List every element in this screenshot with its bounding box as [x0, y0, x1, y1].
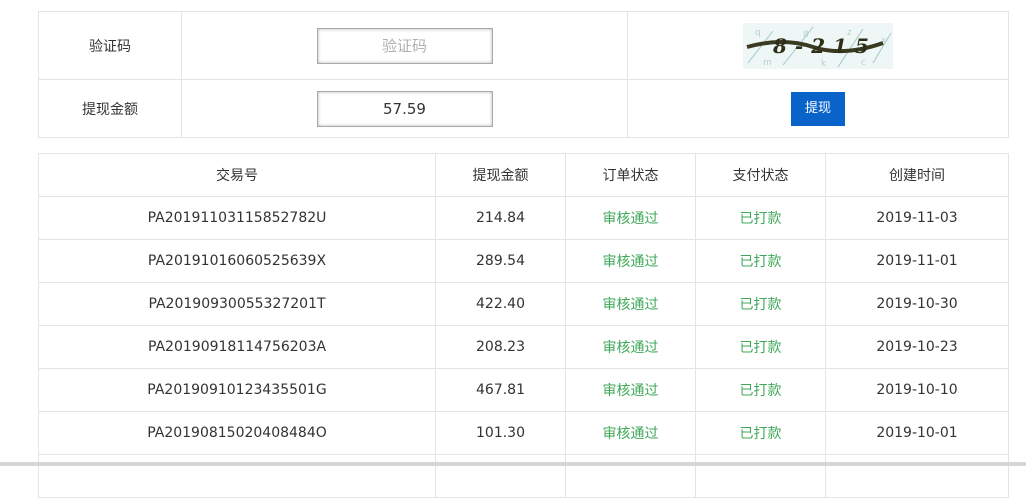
- captcha-image-text: 8-215: [772, 34, 877, 58]
- table-row: PA20190815020408484O 101.30 审核通过 已打款 201…: [38, 411, 1009, 455]
- cell-created-time: 2019-11-03: [825, 196, 1009, 240]
- header-pay-status: 支付状态: [695, 153, 826, 197]
- amount-input-cell: [181, 79, 628, 138]
- header-amount: 提现金额: [435, 153, 566, 197]
- cell-created-time: 2019-11-01: [825, 239, 1009, 283]
- cell-order-status: 审核通过: [565, 368, 696, 412]
- cell-transaction-id: PA20191103115852782U: [38, 196, 436, 240]
- table-row: PA20190918114756203A 208.23 审核通过 已打款 201…: [38, 325, 1009, 369]
- captcha-image-cell: q8 zx mk c 8-215: [627, 11, 1009, 80]
- cell-amount: 422.40: [435, 282, 566, 326]
- cell-order-status: 审核通过: [565, 411, 696, 455]
- cell-transaction-id: PA20191016060525639X: [38, 239, 436, 283]
- svg-text:q: q: [755, 28, 761, 38]
- header-transaction-id: 交易号: [38, 153, 436, 197]
- svg-text:m: m: [763, 58, 772, 68]
- cell-created-time: 2019-10-23: [825, 325, 1009, 369]
- captcha-image[interactable]: q8 zx mk c 8-215: [743, 22, 893, 69]
- cell-pay-status: 已打款: [695, 196, 826, 240]
- cell-pay-status: 已打款: [695, 239, 826, 283]
- cell-transaction-id: PA20190918114756203A: [38, 325, 436, 369]
- amount-input[interactable]: [316, 90, 493, 127]
- header-order-status: 订单状态: [565, 153, 696, 197]
- table-row: PA20190910123435501G 467.81 审核通过 已打款 201…: [38, 368, 1009, 412]
- cell-created-time: 2019-10-30: [825, 282, 1009, 326]
- cell-created-time: 2019-10-10: [825, 368, 1009, 412]
- cell-amount: 101.30: [435, 411, 566, 455]
- amount-label: 提现金额: [38, 79, 182, 138]
- table-row: PA20191016060525639X 289.54 审核通过 已打款 201…: [38, 239, 1009, 283]
- cell-pay-status: 已打款: [695, 282, 826, 326]
- cell-amount: 208.23: [435, 325, 566, 369]
- withdraw-form: 验证码 q8 zx mk c 8-215 提现金额: [38, 11, 1009, 138]
- cell-transaction-id: PA20190910123435501G: [38, 368, 436, 412]
- cell-order-status: 审核通过: [565, 196, 696, 240]
- captcha-input-cell: [181, 11, 628, 80]
- cell-order-status: 审核通过: [565, 239, 696, 283]
- table-row-partial: [38, 454, 1009, 498]
- cell-amount: 289.54: [435, 239, 566, 283]
- horizontal-scrollbar[interactable]: [0, 462, 1026, 466]
- captcha-label: 验证码: [38, 11, 182, 80]
- cell-transaction-id: PA20190815020408484O: [38, 411, 436, 455]
- withdraw-records-table: 交易号 提现金额 订单状态 支付状态 创建时间 PA20191103115852…: [38, 153, 1009, 498]
- cell-order-status: 审核通过: [565, 325, 696, 369]
- table-row: PA20190930055327201T 422.40 审核通过 已打款 201…: [38, 282, 1009, 326]
- cell-order-status: 审核通过: [565, 282, 696, 326]
- cell-pay-status: 已打款: [695, 368, 826, 412]
- cell-amount: 214.84: [435, 196, 566, 240]
- submit-cell: 提现: [627, 79, 1009, 138]
- cell-amount: 467.81: [435, 368, 566, 412]
- cell-pay-status: 已打款: [695, 411, 826, 455]
- cell-created-time: 2019-10-01: [825, 411, 1009, 455]
- captcha-input[interactable]: [316, 27, 493, 64]
- header-created-time: 创建时间: [825, 153, 1009, 197]
- table-row: PA20191103115852782U 214.84 审核通过 已打款 201…: [38, 196, 1009, 240]
- withdraw-button[interactable]: 提现: [791, 91, 845, 126]
- svg-text:c: c: [861, 58, 866, 68]
- cell-pay-status: 已打款: [695, 325, 826, 369]
- cell-transaction-id: PA20190930055327201T: [38, 282, 436, 326]
- svg-text:k: k: [821, 59, 827, 69]
- amount-row: 提现金额 提现: [38, 79, 1009, 138]
- table-header-row: 交易号 提现金额 订单状态 支付状态 创建时间: [38, 153, 1009, 197]
- captcha-row: 验证码 q8 zx mk c 8-215: [38, 11, 1009, 80]
